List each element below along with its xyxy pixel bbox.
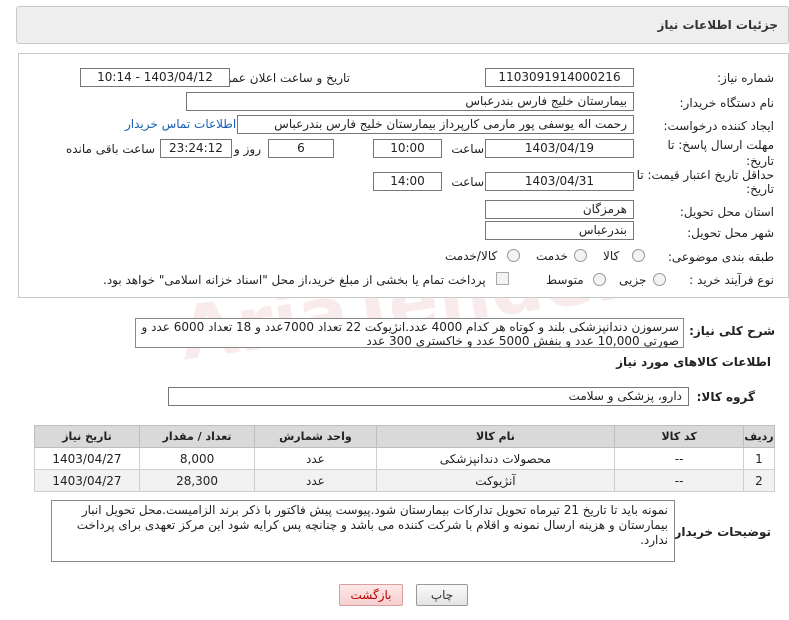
- reply-time-label: ساعت: [451, 142, 484, 156]
- category-option-goods-service: کالا/خدمت: [445, 249, 498, 263]
- city-label: شهر محل تحویل:: [687, 226, 774, 240]
- cell-name: محصولات دندانپزشکی: [375, 447, 616, 470]
- validity-date-field: 1403/04/31: [485, 172, 634, 191]
- category-option-goods: کالا: [603, 249, 620, 263]
- process-radio-minor[interactable]: [653, 273, 666, 286]
- days-remaining-field: 6: [268, 139, 334, 158]
- buyer-org-field: بیمارستان خلیج فارس بندرعباس: [186, 92, 634, 111]
- cell-date: 1403/04/27: [34, 469, 140, 492]
- description-label: شرح کلی نیاز:: [689, 324, 775, 338]
- province-field: هرمزگان: [485, 200, 634, 219]
- reply-date-field: 1403/04/19: [485, 139, 634, 158]
- remaining-time-field: 23:24:12: [160, 139, 232, 158]
- goods-section-title: اطلاعات کالاهای مورد نیاز: [616, 355, 771, 369]
- cell-row: 1: [742, 447, 776, 470]
- reply-time-field: 10:00: [373, 139, 442, 158]
- col-row: ردیف: [742, 425, 776, 448]
- price-validity-label-date: تاریخ:: [746, 182, 774, 196]
- goods-table-header: ردیف کد کالا نام کالا واحد شمارش تعداد /…: [34, 425, 776, 448]
- category-radio-service[interactable]: [574, 249, 587, 262]
- category-radio-goods[interactable]: [632, 249, 645, 262]
- category-radio-goods-service[interactable]: [507, 249, 520, 262]
- col-date: تاریخ نیاز: [34, 425, 140, 448]
- requester-field: رحمت اله یوسفی پور مارمی کارپرداز بیمارس…: [237, 115, 634, 134]
- category-label: طبقه بندی موضوعی:: [667, 250, 774, 264]
- goods-group-field: دارو، پزشکی و سلامت: [168, 387, 689, 406]
- col-name: نام کالا: [375, 425, 616, 448]
- process-option-minor: جزیی: [619, 273, 647, 287]
- remaining-time-label: ساعت باقی مانده: [65, 142, 155, 156]
- price-validity-label: حداقل تاریخ اعتبار قیمت: تا: [636, 168, 774, 182]
- table-row: 1 -- محصولات دندانپزشکی عدد 8,000 1403/0…: [34, 447, 776, 470]
- reply-deadline-label-date: تاریخ:: [746, 154, 774, 168]
- process-label: نوع فرآیند خرید :: [689, 273, 774, 287]
- col-qty: تعداد / مقدار: [138, 425, 256, 448]
- cell-qty: 8,000: [138, 447, 256, 470]
- province-label: استان محل تحویل:: [679, 205, 774, 219]
- goods-group-label: گروه کالا:: [696, 390, 755, 404]
- buyer-notes-text: نمونه باید تا تاریخ 21 تیرماه تحویل تدار…: [51, 500, 675, 562]
- cell-unit: عدد: [254, 447, 377, 470]
- print-button[interactable]: چاپ: [416, 584, 468, 606]
- days-label: روز و: [234, 142, 261, 156]
- category-option-service: خدمت: [536, 249, 568, 263]
- cell-date: 1403/04/27: [34, 447, 140, 470]
- buyer-org-label: نام دستگاه خریدار:: [679, 96, 775, 110]
- col-unit: واحد شمارش: [254, 425, 377, 448]
- page-title: جزئیات اطلاعات نیاز: [657, 18, 778, 32]
- page-header: جزئیات اطلاعات نیاز: [16, 6, 789, 44]
- buyer-notes-label: توضیحات خریدار:: [669, 525, 771, 539]
- requester-label: ایجاد کننده درخواست:: [663, 119, 774, 133]
- buyer-contact-link[interactable]: اطلاعات تماس خریدار: [125, 117, 236, 131]
- process-option-medium: متوسط: [546, 273, 584, 287]
- need-number-label: شماره نیاز:: [717, 71, 774, 85]
- validity-time-field: 14:00: [373, 172, 442, 191]
- cell-row: 2: [742, 469, 776, 492]
- treasury-payment-checkbox[interactable]: [496, 272, 509, 285]
- goods-table: ردیف کد کالا نام کالا واحد شمارش تعداد /…: [34, 425, 776, 492]
- reply-deadline-label: مهلت ارسال پاسخ: تا: [667, 138, 774, 152]
- cell-qty: 28,300: [138, 469, 256, 492]
- announce-field: 1403/04/12 - 10:14: [80, 68, 230, 87]
- cell-unit: عدد: [254, 469, 377, 492]
- treasury-payment-note: پرداخت تمام یا بخشی از مبلغ خرید،از محل …: [103, 273, 486, 287]
- process-radio-medium[interactable]: [593, 273, 606, 286]
- col-code: کد کالا: [614, 425, 744, 448]
- need-number-field: 1103091914000216: [485, 68, 634, 87]
- validity-time-label: ساعت: [451, 175, 484, 189]
- description-text: سرسوزن دندانپزشکی بلند و کوتاه هر کدام 4…: [135, 318, 684, 348]
- table-row: 2 -- آنژیوکت عدد 28,300 1403/04/27: [34, 469, 776, 492]
- cell-code: --: [614, 469, 744, 492]
- cell-code: --: [614, 447, 744, 470]
- city-field: بندرعباس: [485, 221, 634, 240]
- back-button[interactable]: بازگشت: [339, 584, 403, 606]
- cell-name: آنژیوکت: [375, 469, 616, 492]
